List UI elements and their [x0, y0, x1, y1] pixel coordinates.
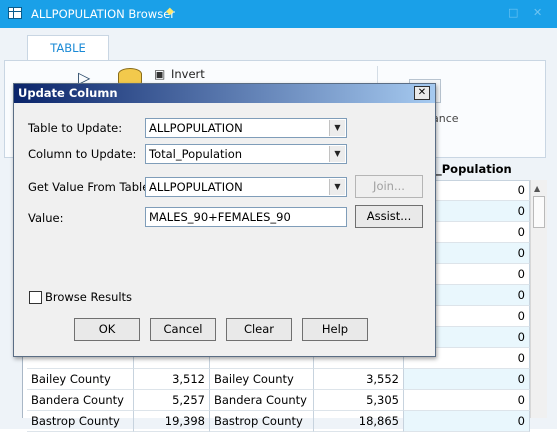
assist-button[interactable]: Assist... [355, 205, 423, 228]
dialog-titlebar: Update Column ✕ [14, 84, 435, 103]
update-column-dialog: Update Column ✕ Table to Update: ALLPOPU… [13, 83, 436, 357]
get-value-from-table-label: Get Value From Table: [28, 180, 154, 194]
browse-results-label[interactable]: Browse Results [45, 290, 132, 304]
tab-table[interactable]: TABLE [27, 35, 109, 61]
ok-button[interactable]: OK [74, 318, 140, 341]
help-button[interactable]: Help [302, 318, 368, 341]
join-button[interactable]: Join... [355, 175, 423, 198]
grid-cell-value2[interactable]: 5,305 [314, 390, 404, 411]
grid-cell-value1[interactable]: 3,512 [134, 369, 210, 390]
pin-diamond-icon[interactable]: ◆ [166, 6, 174, 17]
grid-cell-county2[interactable]: Bailey County [210, 369, 314, 390]
grid-cell-total[interactable]: 0 [404, 369, 530, 390]
grid-cell-total[interactable]: 0 [404, 390, 530, 411]
close-icon[interactable]: ✕ [533, 6, 542, 19]
grid-cell-value2[interactable]: 3,552 [314, 369, 404, 390]
invert-button-label[interactable]: Invert [171, 67, 205, 81]
browser-titlebar: ALLPOPULATION Browser ◆ □ ✕ [0, 0, 557, 28]
chevron-down-icon[interactable]: ▼ [329, 179, 345, 195]
grid-cell-value1[interactable]: 5,257 [134, 390, 210, 411]
chevron-down-icon[interactable]: ▼ [329, 120, 345, 136]
scrollbar-thumb[interactable] [533, 196, 545, 228]
vertical-scrollbar[interactable]: ▲ [530, 180, 547, 418]
maximize-button[interactable]: □ [508, 6, 518, 19]
get-value-from-table-value: ALLPOPULATION [149, 180, 243, 194]
table-grid-icon [8, 7, 22, 19]
dialog-close-button[interactable]: ✕ [414, 86, 430, 100]
grid-cell-county[interactable]: Bailey County [27, 369, 134, 390]
column-to-update-label: Column to Update: [28, 147, 137, 161]
cancel-button[interactable]: Cancel [150, 318, 216, 341]
grid-cell-county2[interactable]: Bandera County [210, 390, 314, 411]
dialog-title: Update Column [18, 86, 118, 100]
browse-results-checkbox[interactable] [29, 291, 42, 304]
column-to-update-value: Total_Population [149, 147, 243, 161]
value-expression-input[interactable]: MALES_90+FEMALES_90 [145, 207, 347, 227]
get-value-from-table-select[interactable]: ALLPOPULATION ▼ [145, 177, 347, 197]
invert-selection-icon[interactable]: ▣ [154, 67, 165, 81]
table-to-update-label: Table to Update: [28, 121, 123, 135]
table-to-update-value: ALLPOPULATION [149, 121, 243, 135]
chevron-down-icon[interactable]: ▼ [329, 146, 345, 162]
column-to-update-select[interactable]: Total_Population ▼ [145, 144, 347, 164]
scroll-up-arrow-icon[interactable]: ▲ [534, 184, 540, 193]
clear-button[interactable]: Clear [226, 318, 292, 341]
grid-cell-county[interactable]: Bandera County [27, 390, 134, 411]
value-label: Value: [28, 211, 64, 225]
table-to-update-select[interactable]: ALLPOPULATION ▼ [145, 118, 347, 138]
column-header-total-population[interactable]: _Population [436, 162, 512, 176]
browser-title: ALLPOPULATION Browser [31, 7, 175, 21]
